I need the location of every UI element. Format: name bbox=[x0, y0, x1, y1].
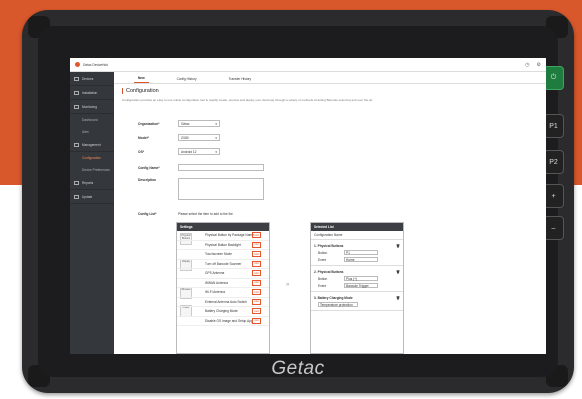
config-name-field[interactable]: Configuration Name bbox=[311, 231, 403, 240]
add-button[interactable]: Add bbox=[252, 260, 261, 267]
sidebar-item-devices[interactable]: Devices bbox=[70, 72, 114, 86]
title-bar: Getac DeviceHub ◷ ⚙ bbox=[70, 58, 546, 72]
config-list-label: Config List* bbox=[138, 212, 157, 216]
management-icon bbox=[74, 142, 79, 147]
chevron-down-icon: ▾ bbox=[215, 149, 217, 154]
settings-gear-icon[interactable]: ⚙ bbox=[537, 62, 541, 68]
description-label: Description bbox=[138, 178, 157, 182]
list-item: Physical Button by Package Name Add bbox=[177, 231, 269, 241]
config-name-label: Config Name* bbox=[138, 165, 160, 170]
chevron-down-icon: ▾ bbox=[215, 135, 217, 140]
main-content: New Config History Transfer History Conf… bbox=[114, 72, 546, 354]
list-item: Battery Charging Mode Add bbox=[177, 307, 269, 317]
sidebar: Devices Installation Monitoring Dashboar… bbox=[70, 72, 114, 354]
add-button[interactable]: Add bbox=[252, 317, 261, 324]
tablet-device: ⏻ P1 P2 + – Getac DeviceHub ◷ ⚙ Devices … bbox=[22, 10, 574, 393]
page-title: Configuration bbox=[122, 88, 546, 94]
list-item: Wi-Fi Antenna Add bbox=[177, 288, 269, 298]
list-item: WWAN Antenna Add bbox=[177, 279, 269, 288]
clock-icon[interactable]: ◷ bbox=[525, 62, 529, 68]
sidebar-item-installation[interactable]: Installation bbox=[70, 86, 114, 100]
event-select[interactable]: Barcode Trigger bbox=[344, 283, 378, 288]
sidebar-item-update[interactable]: Update bbox=[70, 190, 114, 204]
sidebar-item-dashboard[interactable]: Dashboard bbox=[70, 114, 114, 126]
app-title: Getac DeviceHub bbox=[83, 62, 108, 67]
add-button[interactable]: Add bbox=[252, 289, 261, 296]
add-button[interactable]: Add bbox=[252, 298, 261, 305]
list-item: Physical Button Backlight Add bbox=[177, 241, 269, 250]
list-item: Touchscreen Mode Add bbox=[177, 250, 269, 260]
delete-icon[interactable]: 🗑 bbox=[396, 270, 400, 274]
config-list-hint: Please select the item to add to the lis… bbox=[178, 212, 233, 216]
settings-panel: Settings Physical Buttons Display Wirele… bbox=[176, 222, 270, 354]
volume-up-button[interactable]: + bbox=[543, 184, 564, 208]
organization-select[interactable]: Getac ▾ bbox=[178, 120, 220, 127]
button-select[interactable]: P1 bbox=[344, 250, 378, 255]
chevron-down-icon: ▾ bbox=[215, 121, 217, 126]
list-item: External Antenna Auto Switch Add bbox=[177, 298, 269, 307]
sidebar-item-alert[interactable]: Alert bbox=[70, 126, 114, 138]
monitor-icon bbox=[74, 104, 79, 109]
delete-icon[interactable]: 🗑 bbox=[396, 244, 400, 248]
list-item: Disable OS Image and Setup App Add bbox=[177, 317, 269, 326]
sidebar-item-reports[interactable]: Reports bbox=[70, 176, 114, 190]
add-button[interactable]: Add bbox=[252, 232, 261, 239]
devices-icon bbox=[74, 76, 79, 81]
list-item: Turn off Barcode Scanner Add bbox=[177, 260, 269, 269]
add-button[interactable]: Add bbox=[252, 251, 261, 258]
move-right-arrows-icon[interactable]: » bbox=[286, 282, 289, 288]
model-select[interactable]: ZX80 ▾ bbox=[178, 134, 220, 141]
sidebar-item-management[interactable]: Management bbox=[70, 138, 114, 152]
description-textarea[interactable] bbox=[178, 178, 264, 200]
install-icon bbox=[74, 90, 79, 95]
event-select[interactable]: Home bbox=[344, 257, 378, 262]
tab-config-history[interactable]: Config History bbox=[173, 77, 201, 83]
selected-list-title: Selected List bbox=[311, 223, 403, 231]
add-button[interactable]: Add bbox=[252, 308, 261, 315]
tab-bar: New Config History Transfer History bbox=[114, 72, 546, 84]
tab-new[interactable]: New bbox=[134, 76, 149, 83]
add-button[interactable]: Add bbox=[252, 270, 261, 277]
add-button[interactable]: Add bbox=[252, 241, 261, 248]
delete-icon[interactable]: 🗑 bbox=[396, 296, 400, 300]
app-logo-icon bbox=[75, 62, 80, 67]
button-select[interactable]: Plus (+) bbox=[344, 276, 378, 281]
page-description: Configuration provides an easy to use on… bbox=[122, 98, 373, 102]
p1-button[interactable]: P1 bbox=[543, 114, 564, 138]
organization-label: Organization* bbox=[138, 121, 160, 126]
update-icon bbox=[74, 194, 79, 199]
selected-group: 2. Physical Buttons 🗑 Button Plus (+) Even… bbox=[311, 266, 403, 292]
os-select[interactable]: Android 12 ▾ bbox=[178, 148, 220, 155]
device-brand-logo: Getac bbox=[271, 358, 325, 379]
p2-button[interactable]: P2 bbox=[543, 150, 564, 174]
sidebar-item-device-preferences[interactable]: Device Preferences bbox=[70, 164, 114, 176]
config-name-input[interactable] bbox=[178, 164, 264, 171]
selected-group: 1. Physical Buttons 🗑 Button P1 Event Home bbox=[311, 240, 403, 266]
app-screen: Getac DeviceHub ◷ ⚙ Devices Installation… bbox=[70, 58, 546, 354]
list-item: GPS Antenna Add bbox=[177, 269, 269, 279]
sidebar-item-monitoring[interactable]: Monitoring bbox=[70, 100, 114, 114]
os-label: OS* bbox=[138, 149, 145, 154]
selected-list-panel: Selected List Configuration Name 1. Phys… bbox=[310, 222, 404, 354]
tab-transfer-history[interactable]: Transfer History bbox=[225, 77, 256, 83]
add-button[interactable]: Add bbox=[252, 279, 261, 286]
model-label: Model* bbox=[138, 135, 149, 140]
power-button[interactable]: ⏻ bbox=[543, 66, 564, 90]
reports-icon bbox=[74, 180, 79, 185]
selected-group: 3. Battery Charging Mode 🗑 Temperature pr… bbox=[311, 292, 403, 311]
settings-panel-title: Settings bbox=[177, 223, 269, 231]
volume-down-button[interactable]: – bbox=[543, 216, 564, 240]
charging-mode-select[interactable]: Temperature protection bbox=[318, 302, 358, 307]
sidebar-item-configuration[interactable]: Configuration bbox=[70, 152, 114, 164]
